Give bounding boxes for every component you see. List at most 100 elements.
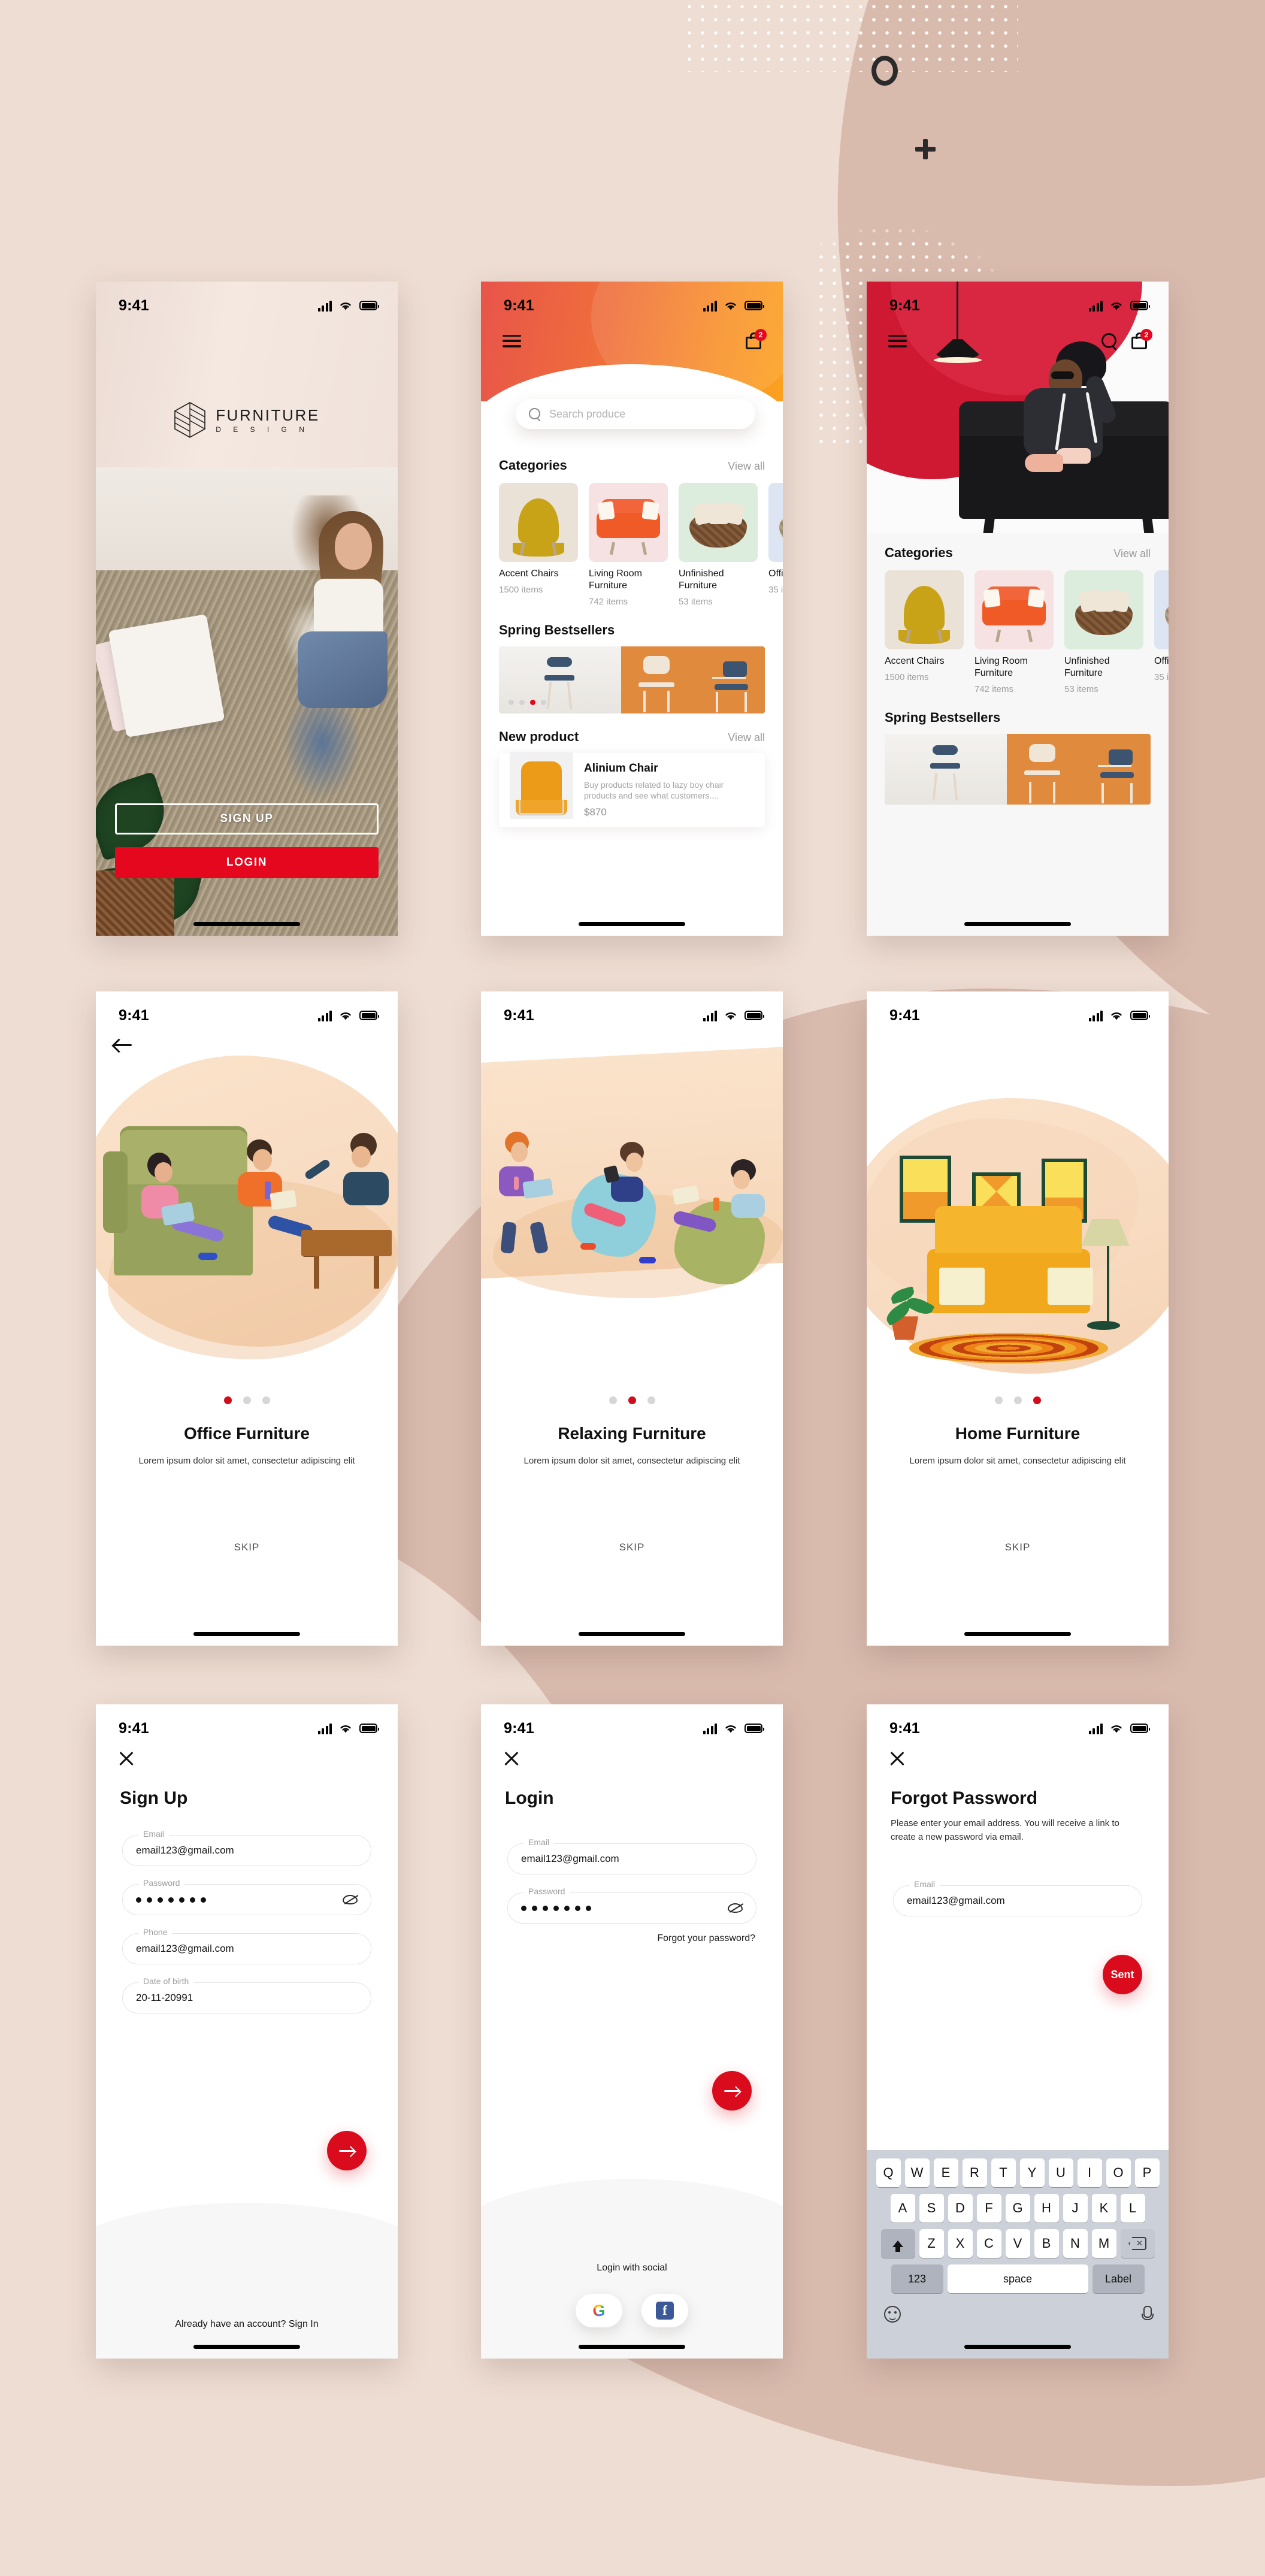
onboarding-illustration-office xyxy=(96,1049,398,1372)
key-l[interactable]: L xyxy=(1120,2194,1145,2223)
date-of-birth-field[interactable]: Date of birth 20-11-20991 xyxy=(122,1976,371,2013)
onboarding-page-dots[interactable] xyxy=(867,1396,1169,1404)
emoji-icon[interactable] xyxy=(884,2306,901,2323)
google-login-button[interactable]: G xyxy=(576,2294,622,2327)
google-icon: G xyxy=(592,2301,606,2320)
key-o[interactable]: O xyxy=(1106,2158,1131,2187)
search-input[interactable]: Search produce xyxy=(516,399,755,429)
close-icon[interactable] xyxy=(889,1751,905,1767)
key-i[interactable]: I xyxy=(1077,2158,1102,2187)
password-field[interactable]: Password xyxy=(507,1886,756,1924)
key-u[interactable]: U xyxy=(1048,2158,1073,2187)
category-card[interactable]: Accent Chairs 1500 items xyxy=(885,570,964,694)
hero-model-photo xyxy=(1006,341,1119,473)
key-g[interactable]: G xyxy=(1005,2194,1030,2223)
numbers-key[interactable]: 123 xyxy=(891,2264,943,2293)
key-b[interactable]: B xyxy=(1034,2229,1059,2258)
key-k[interactable]: K xyxy=(1091,2194,1116,2223)
eye-off-icon[interactable] xyxy=(343,1895,358,1904)
category-card[interactable]: Unfinished Furniture 53 items xyxy=(1064,570,1143,694)
key-t[interactable]: T xyxy=(991,2158,1016,2187)
menu-icon[interactable] xyxy=(503,334,521,347)
bestsellers-carousel[interactable] xyxy=(885,734,1151,805)
key-r[interactable]: R xyxy=(962,2158,987,2187)
category-card[interactable]: Unfinished Furniture 53 items xyxy=(679,483,758,607)
categories-view-all-link[interactable]: View all xyxy=(1113,548,1151,560)
home-indicator xyxy=(964,922,1071,926)
signup-button[interactable]: SIGN UP xyxy=(115,803,379,835)
forgot-password-link[interactable]: Forgot your password? xyxy=(509,1933,755,1944)
email-field[interactable]: Email email123@gmail.com xyxy=(507,1837,756,1874)
label-key[interactable]: Label xyxy=(1092,2264,1145,2293)
field-label: Email xyxy=(523,1837,555,1847)
category-name: Office xyxy=(768,569,783,579)
key-f[interactable]: F xyxy=(976,2194,1001,2223)
facebook-login-button[interactable]: f xyxy=(641,2294,688,2327)
menu-icon[interactable] xyxy=(888,334,907,347)
product-card[interactable]: Alinium Chair Buy products related to la… xyxy=(499,752,765,827)
cart-icon[interactable]: 2 xyxy=(1131,329,1152,349)
keyboard-row-1: Q W E R T Y U I O P xyxy=(870,2158,1166,2187)
cart-badge: 2 xyxy=(1140,329,1152,341)
on-screen-keyboard[interactable]: Q W E R T Y U I O P A S D F G H J K L Z … xyxy=(867,2150,1169,2359)
submit-button[interactable] xyxy=(327,2131,367,2170)
email-field[interactable]: Email email123@gmail.com xyxy=(122,1829,371,1866)
category-card[interactable]: Accent Chairs 1500 items xyxy=(499,483,578,607)
back-arrow-icon[interactable] xyxy=(114,1038,132,1053)
key-z[interactable]: Z xyxy=(919,2229,944,2258)
categories-list[interactable]: Accent Chairs 1500 items Living Room Fur… xyxy=(867,570,1169,694)
key-w[interactable]: W xyxy=(904,2158,930,2187)
status-time: 9:41 xyxy=(889,1006,920,1024)
category-card[interactable]: Office 35 items xyxy=(1154,570,1169,694)
onboarding-page-dots[interactable] xyxy=(481,1396,783,1404)
key-v[interactable]: V xyxy=(1005,2229,1030,2258)
skip-button[interactable]: SKIP xyxy=(96,1541,398,1553)
bestsellers-carousel[interactable] xyxy=(499,646,765,713)
sent-button[interactable]: Sent xyxy=(1103,1955,1142,1994)
space-key[interactable]: space xyxy=(947,2264,1088,2293)
category-card[interactable]: Living Room Furniture 742 items xyxy=(975,570,1054,694)
battery-icon xyxy=(1130,1724,1150,1733)
key-n[interactable]: N xyxy=(1063,2229,1088,2258)
key-m[interactable]: M xyxy=(1091,2229,1116,2258)
categories-list[interactable]: Accent Chairs 1500 items Living Room Fur… xyxy=(481,483,783,607)
password-field[interactable]: Password xyxy=(122,1878,371,1915)
category-thumb-office xyxy=(1154,570,1169,649)
microphone-icon[interactable] xyxy=(1142,2306,1154,2323)
new-product-view-all-link[interactable]: View all xyxy=(728,731,765,744)
submit-button[interactable] xyxy=(712,2071,752,2111)
cart-icon[interactable]: 2 xyxy=(746,329,767,349)
close-icon[interactable] xyxy=(504,1751,519,1767)
search-icon[interactable] xyxy=(1101,333,1117,349)
key-d[interactable]: D xyxy=(948,2194,973,2223)
category-card[interactable]: Living Room Furniture 742 items xyxy=(589,483,668,607)
close-icon[interactable] xyxy=(119,1751,134,1767)
key-e[interactable]: E xyxy=(933,2158,958,2187)
skip-button[interactable]: SKIP xyxy=(867,1541,1169,1553)
key-j[interactable]: J xyxy=(1063,2194,1088,2223)
skip-button[interactable]: SKIP xyxy=(481,1541,783,1553)
signin-link[interactable]: Already have an account? Sign In xyxy=(96,2319,398,2330)
category-card[interactable]: Office 35 items xyxy=(768,483,783,607)
phone-field[interactable]: Phone email123@gmail.com xyxy=(122,1927,371,1964)
login-button[interactable]: LOGIN xyxy=(115,847,379,878)
categories-title: Categories xyxy=(885,545,953,560)
categories-view-all-link[interactable]: View all xyxy=(728,460,765,473)
key-c[interactable]: C xyxy=(976,2229,1001,2258)
key-a[interactable]: A xyxy=(890,2194,915,2223)
status-icons xyxy=(1088,1010,1150,1021)
home-indicator xyxy=(193,922,300,926)
key-p[interactable]: P xyxy=(1134,2158,1160,2187)
backspace-key[interactable]: ✕ xyxy=(1120,2229,1155,2258)
key-x[interactable]: X xyxy=(948,2229,973,2258)
carousel-dots[interactable] xyxy=(509,700,546,705)
field-value: email123@gmail.com xyxy=(136,1845,234,1856)
key-s[interactable]: S xyxy=(919,2194,944,2223)
email-field[interactable]: Email email123@gmail.com xyxy=(893,1879,1142,1916)
key-h[interactable]: H xyxy=(1034,2194,1059,2223)
key-y[interactable]: Y xyxy=(1019,2158,1045,2187)
onboarding-page-dots[interactable] xyxy=(96,1396,398,1404)
eye-off-icon[interactable] xyxy=(728,1903,743,1913)
key-q[interactable]: Q xyxy=(876,2158,901,2187)
shift-key[interactable] xyxy=(880,2229,915,2258)
